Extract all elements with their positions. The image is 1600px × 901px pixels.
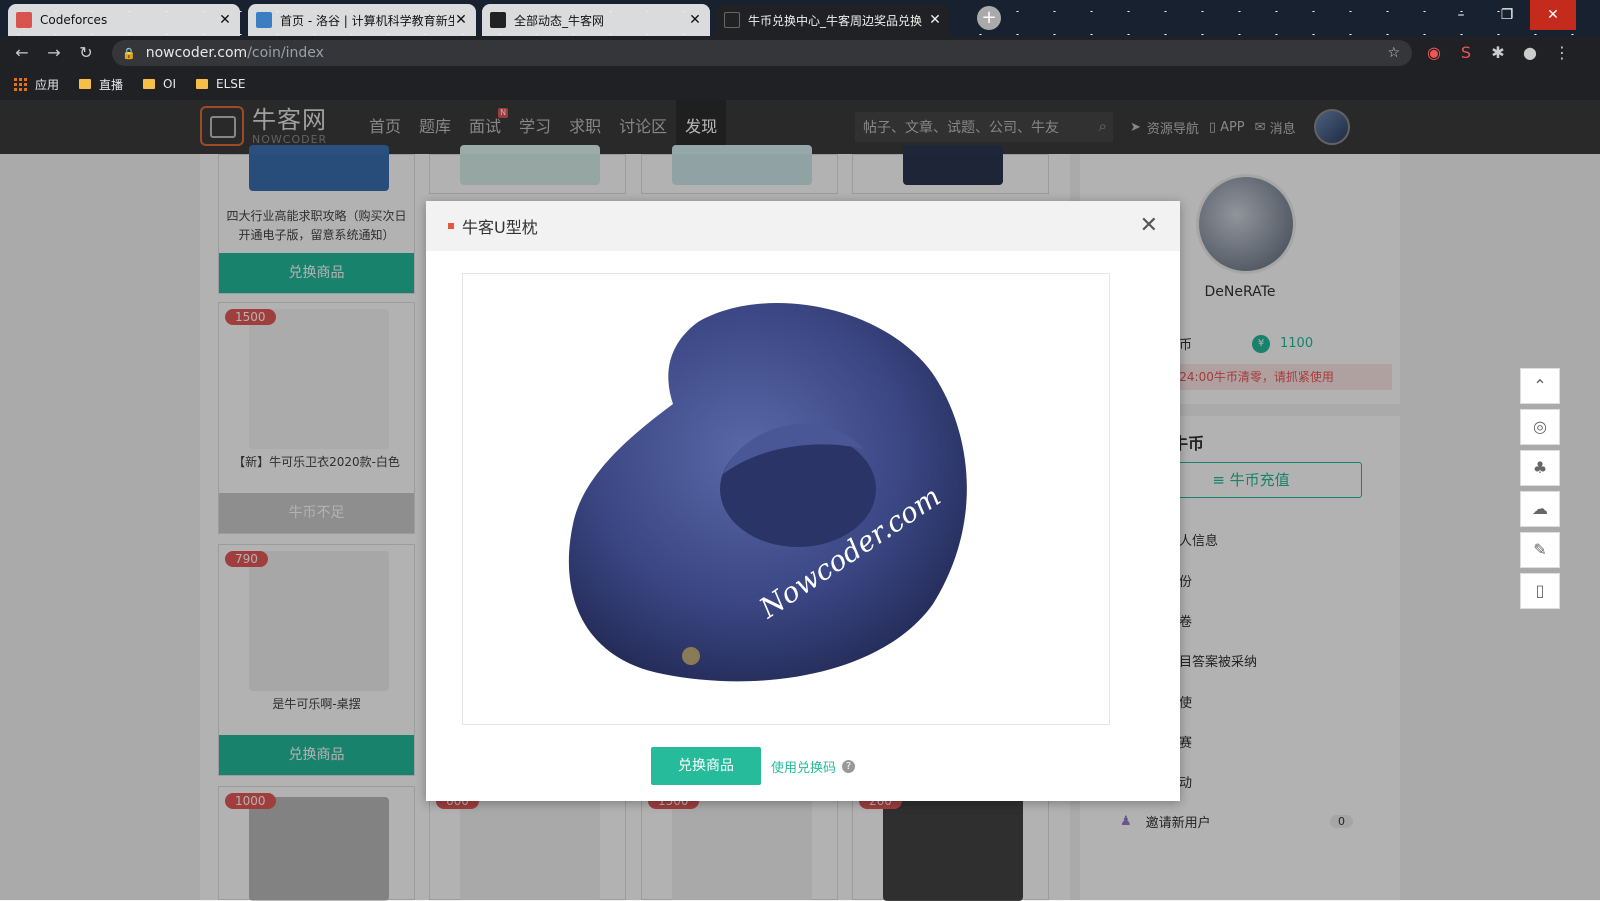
browser-tab-bar: Codeforces ✕ 首页 - 洛谷 | 计算机科学教育新生 ✕ 全部动态_… (0, 0, 1600, 36)
product-detail-modal: 牛客U型枕 ✕ Nowcoder.com 兑换商品 使用兑换码 ? (426, 201, 1180, 801)
bookmark-folder[interactable]: 直播 (79, 76, 123, 93)
back-icon[interactable]: ← (6, 43, 38, 62)
tab-title: Codeforces (40, 13, 108, 27)
bookmark-label: OI (163, 77, 177, 91)
weibo-icon[interactable]: ◎ (1520, 409, 1560, 445)
folder-icon (79, 79, 92, 89)
tab-nowcoder-feed[interactable]: 全部动态_牛客网 ✕ (482, 4, 710, 36)
close-window-button[interactable]: ✕ (1530, 0, 1576, 30)
tab-luogu[interactable]: 首页 - 洛谷 | 计算机科学教育新生 ✕ (248, 4, 476, 36)
product-image: Nowcoder.com (462, 273, 1110, 725)
mobile-icon[interactable]: ▯ (1520, 573, 1560, 609)
floating-toolbar: ⌃ ◎ ♣ ☁ ✎ ▯ (1520, 368, 1560, 614)
browser-toolbar: ← → ↻ 🔒 nowcoder.com/coin/index ☆ ◉ S ✱ … (0, 36, 1600, 68)
use-redeem-code-link[interactable]: 使用兑换码 (771, 757, 836, 776)
close-tab-icon[interactable]: ✕ (454, 12, 468, 28)
forward-icon[interactable]: → (38, 43, 70, 62)
tab-codeforces[interactable]: Codeforces ✕ (8, 4, 240, 36)
modal-header: 牛客U型枕 ✕ (426, 201, 1180, 251)
close-tab-icon[interactable]: ✕ (688, 12, 702, 28)
puzzle-icon[interactable]: ✱ (1482, 43, 1514, 62)
bookmark-folder[interactable]: ELSE (196, 77, 245, 91)
new-tab-button[interactable]: + (977, 6, 1001, 30)
bookmark-label: ELSE (216, 77, 246, 91)
reload-icon[interactable]: ↻ (70, 43, 102, 62)
close-tab-icon[interactable]: ✕ (218, 12, 232, 28)
header-overlay (0, 100, 1600, 154)
modal-title: 牛客U型枕 (462, 218, 538, 237)
address-bar[interactable]: 🔒 nowcoder.com/coin/index ☆ (112, 40, 1412, 66)
bookmark-star-icon[interactable]: ☆ (1387, 45, 1400, 61)
tab-title: 首页 - 洛谷 | 计算机科学教育新生 (280, 13, 454, 28)
nowcoder-favicon-icon (724, 12, 740, 28)
bookmark-folder[interactable]: OI (143, 77, 176, 91)
menu-icon[interactable]: ⋮ (1546, 43, 1578, 62)
close-icon[interactable]: ✕ (1140, 213, 1158, 239)
u-pillow-illustration: Nowcoder.com (568, 303, 967, 682)
edit-icon[interactable]: ✎ (1520, 532, 1560, 568)
codeforces-favicon-icon (16, 12, 32, 28)
bookmark-label: 应用 (35, 77, 60, 92)
qq-icon[interactable]: ♣ (1520, 450, 1560, 486)
back-to-top-icon[interactable]: ⌃ (1520, 368, 1560, 404)
modal-footer: 兑换商品 使用兑换码 ? (426, 747, 1180, 785)
bookmark-label: 直播 (99, 77, 124, 92)
extension-icon[interactable]: S (1450, 43, 1482, 62)
close-tab-icon[interactable]: ✕ (928, 12, 942, 28)
minimize-button[interactable]: – (1438, 0, 1484, 30)
exchange-product-button[interactable]: 兑换商品 (650, 747, 761, 785)
luogu-favicon-icon (256, 12, 272, 28)
help-icon[interactable]: ? (842, 759, 855, 773)
profile-icon[interactable]: ● (1514, 43, 1546, 62)
bookmarks-bar: 应用 直播 OI ELSE (0, 68, 1600, 100)
nowcoder-favicon-icon (490, 12, 506, 28)
maximize-button[interactable]: ❐ (1484, 0, 1530, 30)
apps-grid-icon (14, 77, 27, 91)
bookmark-apps[interactable]: 应用 (14, 76, 59, 93)
lock-icon: 🔒 (122, 46, 136, 60)
url-path: /coin/index (247, 45, 324, 61)
extension-icon[interactable]: ◉ (1418, 43, 1450, 62)
tab-nowcoder-coin[interactable]: 牛币兑换中心_牛客周边奖品兑换 ✕ (716, 4, 950, 36)
url-host: nowcoder.com (145, 45, 248, 61)
tab-title: 全部动态_牛客网 (514, 13, 605, 28)
folder-icon (143, 79, 156, 89)
folder-icon (196, 79, 209, 89)
tab-title: 牛币兑换中心_牛客周边奖品兑换 (748, 13, 923, 28)
wechat-icon[interactable]: ☁ (1520, 491, 1560, 527)
title-marker-icon (448, 223, 454, 229)
